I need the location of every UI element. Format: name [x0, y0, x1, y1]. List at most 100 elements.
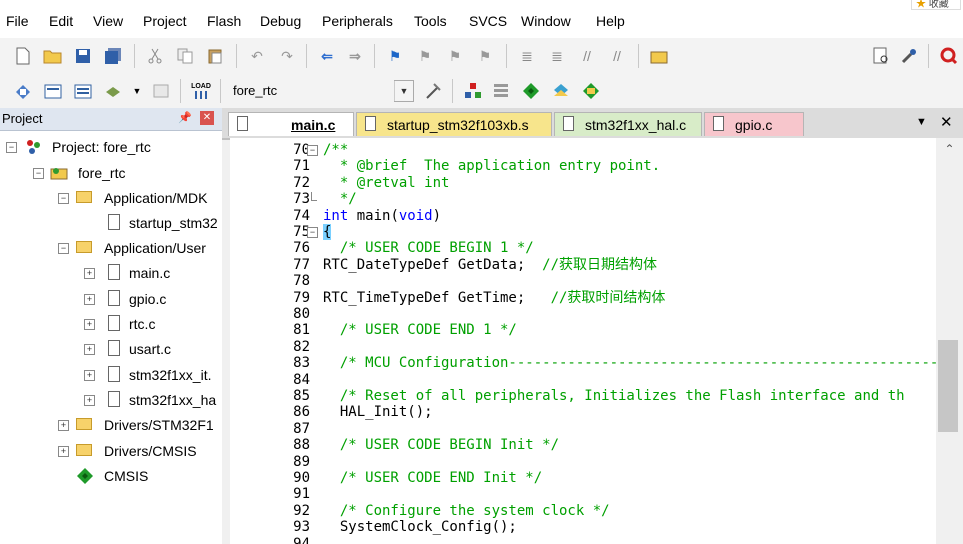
paste-icon[interactable]	[204, 45, 226, 67]
tree-item-file[interactable]: + gpio.c	[0, 289, 222, 309]
expand-icon[interactable]: +	[84, 268, 95, 279]
navigate-forward-icon[interactable]: ⇒	[344, 45, 366, 67]
code-line[interactable]: SystemClock_Config();	[323, 519, 517, 535]
download-load-icon[interactable]: LOAD	[190, 80, 212, 102]
code-line[interactable]: /* USER CODE BEGIN 1 */	[323, 240, 534, 256]
file-extensions-icon[interactable]	[462, 80, 484, 102]
code-line[interactable]: /* USER CODE END 1 */	[323, 322, 517, 338]
undo-icon[interactable]: ↶	[246, 45, 268, 67]
favorite-badge[interactable]: ★ 收藏	[911, 0, 961, 10]
code-line[interactable]: * @brief The application entry point.	[323, 158, 660, 174]
manage-pack-icon[interactable]	[580, 80, 602, 102]
comment-icon[interactable]: //	[576, 45, 598, 67]
cut-icon[interactable]	[144, 45, 166, 67]
code-line[interactable]: /* USER CODE END Init */	[323, 470, 542, 486]
expand-icon[interactable]: +	[84, 294, 95, 305]
pin-icon[interactable]: 📌	[178, 111, 192, 124]
scrollbar-thumb[interactable]	[938, 340, 958, 432]
redo-icon[interactable]: ↷	[276, 45, 298, 67]
tree-item-file[interactable]: startup_stm32	[0, 213, 222, 233]
collapse-icon[interactable]: −	[58, 243, 69, 254]
chevron-down-icon[interactable]: ▼	[126, 80, 148, 102]
menu-project[interactable]: Project	[143, 12, 187, 30]
tab-stm32f1xx-hal[interactable]: stm32f1xx_hal.c	[554, 112, 702, 136]
menu-edit[interactable]: Edit	[49, 12, 73, 30]
tab-startup[interactable]: startup_stm32f103xb.s	[356, 112, 552, 136]
tree-item-project[interactable]: − Project: fore_rtc	[0, 137, 222, 157]
tree-item-file[interactable]: + stm32f1xx_ha	[0, 390, 222, 410]
code-line[interactable]: * @retval int	[323, 175, 450, 191]
green-diamond-icon[interactable]	[520, 80, 542, 102]
expand-icon[interactable]: +	[84, 370, 95, 381]
debug-session-icon[interactable]	[938, 45, 960, 67]
menu-help[interactable]: Help	[596, 12, 625, 30]
target-combo-value[interactable]: fore_rtc	[233, 83, 277, 98]
rebuild-icon[interactable]	[72, 80, 94, 102]
translate-icon[interactable]	[12, 80, 34, 102]
navigate-back-icon[interactable]: ⇐	[316, 45, 338, 67]
manage-components-icon[interactable]	[490, 80, 512, 102]
code-editor[interactable]: 70−71 72 73 74 75−76 77 78 79 80 81 82 83 84 85 86 87 88…	[230, 138, 936, 544]
expand-icon[interactable]: +	[58, 446, 69, 457]
code-line[interactable]: {	[323, 224, 332, 240]
expand-icon[interactable]: +	[84, 319, 95, 330]
collapse-icon[interactable]: −	[58, 193, 69, 204]
save-icon[interactable]	[72, 45, 94, 67]
tree-item-component[interactable]: CMSIS	[0, 466, 222, 486]
tab-gpio-c[interactable]: gpio.c	[704, 112, 804, 136]
tree-item-file[interactable]: + main.c	[0, 263, 222, 283]
code-line[interactable]: RTC_DateTypeDef GetData; //获取日期结构体	[323, 257, 657, 273]
menu-peripherals[interactable]: Peripherals	[322, 12, 393, 30]
build-icon[interactable]	[42, 80, 64, 102]
code-line[interactable]: /* MCU Configuration--------------------…	[323, 355, 936, 371]
code-line[interactable]: /* USER CODE BEGIN Init */	[323, 437, 559, 453]
expand-icon[interactable]: +	[84, 344, 95, 355]
uncomment-icon[interactable]: //	[606, 45, 628, 67]
menu-svcs[interactable]: SVCS	[469, 12, 507, 30]
code-line[interactable]: /* Configure the system clock */	[323, 503, 610, 519]
fold-toggle-icon[interactable]: −	[307, 145, 318, 156]
expand-icon[interactable]: +	[84, 395, 95, 406]
tree-item-file[interactable]: + stm32f1xx_it.	[0, 365, 222, 385]
batch-build-icon[interactable]	[102, 80, 124, 102]
close-icon[interactable]: ✕	[940, 113, 953, 131]
code-line[interactable]: */	[323, 191, 357, 207]
tree-item-file[interactable]: + usart.c	[0, 339, 222, 359]
stop-build-icon[interactable]	[150, 80, 172, 102]
menu-flash[interactable]: Flash	[207, 12, 241, 30]
target-combo-dropdown[interactable]: ▼	[394, 80, 414, 102]
code-line[interactable]: int main(void)	[323, 208, 441, 224]
tools-icon[interactable]	[898, 45, 920, 67]
copy-icon[interactable]	[174, 45, 196, 67]
tree-item-folder[interactable]: + Drivers/STM32F1	[0, 415, 222, 435]
collapse-icon[interactable]: −	[6, 142, 17, 153]
search-document-icon[interactable]	[870, 45, 892, 67]
save-all-icon[interactable]	[102, 45, 124, 67]
fold-toggle-icon[interactable]: −	[307, 227, 318, 238]
tree-item-folder[interactable]: + Drivers/CMSIS	[0, 441, 222, 461]
unindent-icon[interactable]: ≣	[546, 45, 568, 67]
tree-item-file[interactable]: + rtc.c	[0, 314, 222, 334]
bookmark-icon[interactable]: ⚑	[384, 45, 406, 67]
target-options-icon[interactable]	[422, 80, 444, 102]
bookmark-clear-icon[interactable]: ⚑	[474, 45, 496, 67]
bookmark-next-icon[interactable]: ⚑	[444, 45, 466, 67]
close-icon[interactable]: ✕	[200, 111, 214, 125]
new-file-icon[interactable]	[12, 45, 34, 67]
code-line[interactable]: /* Reset of all peripherals, Initializes…	[323, 388, 905, 404]
collapse-icon[interactable]: −	[33, 168, 44, 179]
code-line[interactable]: HAL_Init();	[323, 404, 433, 420]
tree-item-folder[interactable]: − Application/MDK	[0, 188, 222, 208]
menu-file[interactable]: File	[6, 12, 29, 30]
tree-item-target[interactable]: − fore_rtc	[0, 163, 222, 183]
open-folder-icon[interactable]	[42, 45, 64, 67]
pack-installer-icon[interactable]	[550, 80, 572, 102]
menu-window[interactable]: Window	[521, 12, 571, 30]
expand-icon[interactable]: +	[58, 420, 69, 431]
indent-icon[interactable]: ≣	[516, 45, 538, 67]
code-line[interactable]: RTC_TimeTypeDef GetTime; //获取时间结构体	[323, 290, 665, 306]
bookmark-prev-icon[interactable]: ⚑	[414, 45, 436, 67]
scroll-up-icon[interactable]: ⌃	[936, 142, 963, 162]
tree-item-folder[interactable]: − Application/User	[0, 238, 222, 258]
code-line[interactable]: /**	[323, 142, 348, 158]
